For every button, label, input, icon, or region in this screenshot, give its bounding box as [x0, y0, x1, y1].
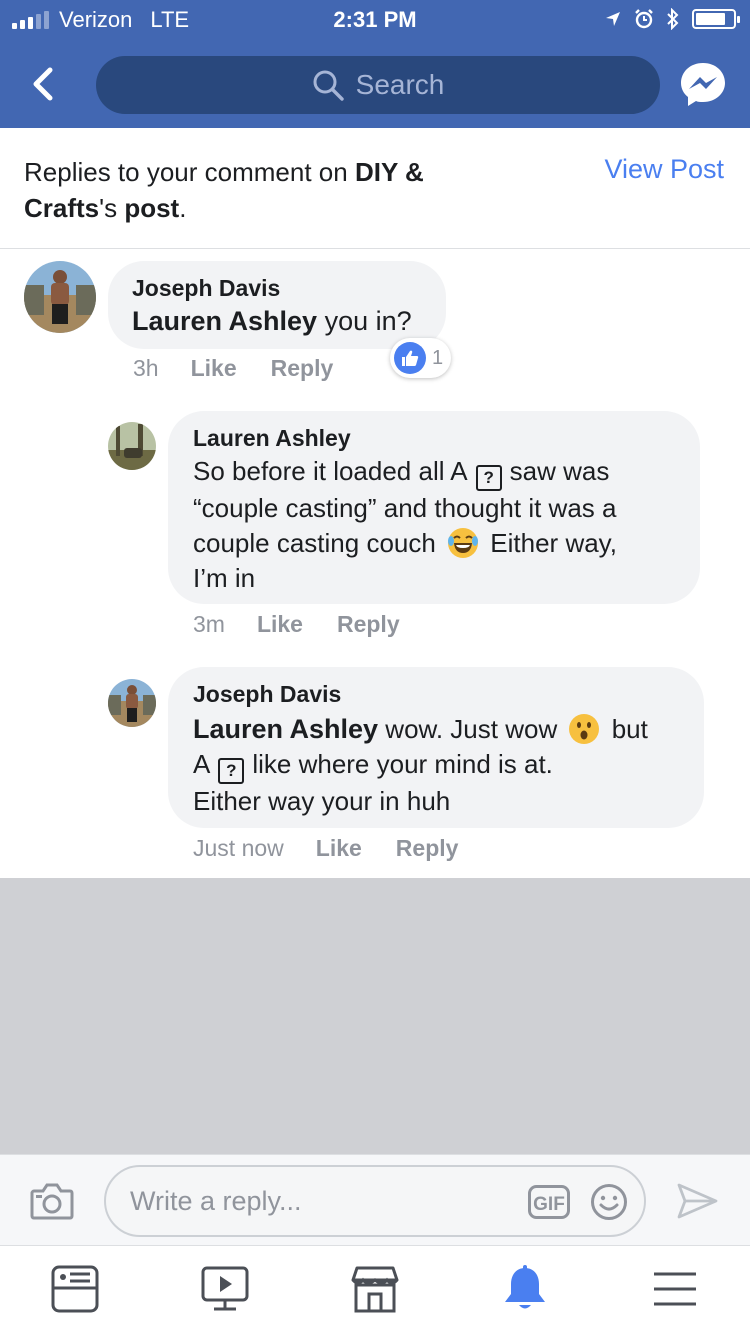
comment-line: Either way your in huh — [193, 786, 451, 816]
laughing-emoji-icon — [448, 528, 479, 558]
empty-area — [0, 878, 750, 1154]
reply-button[interactable]: Reply — [337, 611, 400, 638]
comment-line: but — [611, 714, 648, 744]
back-chevron-icon[interactable] — [22, 62, 66, 106]
surprised-emoji-icon — [569, 714, 600, 744]
avatar[interactable] — [108, 679, 156, 727]
comment-author[interactable]: Joseph Davis — [132, 275, 446, 302]
comment-actions: 3m Like Reply — [193, 611, 434, 638]
comment-time: 3m — [193, 611, 225, 637]
comment-text: Lauren Ashley you in? — [132, 304, 446, 339]
menu-icon[interactable] — [650, 1264, 700, 1314]
send-icon[interactable] — [676, 1181, 718, 1221]
bluetooth-icon — [667, 8, 679, 30]
notifications-icon[interactable] — [500, 1264, 550, 1314]
reaction-count[interactable]: 1 — [390, 338, 452, 378]
comment-actions: 3h Like Reply — [133, 355, 367, 382]
view-post-link[interactable]: View Post — [604, 154, 724, 185]
reaction-number: 1 — [432, 346, 444, 369]
mention[interactable]: Lauren Ashley — [193, 714, 378, 744]
comment-line: like where your mind is at. — [252, 749, 553, 779]
messenger-icon[interactable] — [678, 60, 728, 110]
search-bar[interactable]: Search — [96, 56, 660, 114]
mention[interactable]: Lauren Ashley — [132, 306, 317, 336]
notification-header: Replies to your comment on DIY & Crafts'… — [0, 128, 750, 249]
header-possessive: 's — [99, 193, 125, 223]
comment-actions: Just now Like Reply — [193, 835, 492, 862]
comment-line: “couple casting” and thought it was a — [193, 493, 617, 523]
like-button[interactable]: Like — [191, 355, 237, 382]
page-name[interactable]: DIY & — [355, 157, 424, 187]
header-title: Replies to your comment on DIY & Crafts'… — [24, 154, 494, 226]
comment-text: Lauren Ashley wow. Just wow but A? like w… — [193, 712, 704, 819]
comment-bubble[interactable]: Joseph Davis Lauren Ashley wow. Just wow… — [168, 667, 704, 828]
like-button[interactable]: Like — [316, 835, 362, 862]
page-name-2[interactable]: Crafts — [24, 193, 99, 223]
marketplace-icon[interactable] — [350, 1264, 400, 1314]
comment-line: I’m in — [193, 563, 256, 593]
comment-time: Just now — [193, 835, 284, 861]
comment-time: 3h — [133, 355, 159, 381]
comment-bubble[interactable]: Lauren Ashley So before it loaded all A?… — [168, 411, 700, 604]
camera-icon[interactable] — [30, 1181, 74, 1221]
gif-label: GIF — [533, 1194, 565, 1215]
post-link[interactable]: post — [124, 193, 179, 223]
like-button[interactable]: Like — [257, 611, 303, 638]
comment-author[interactable]: Lauren Ashley — [193, 425, 700, 452]
news-feed-icon[interactable] — [50, 1264, 100, 1314]
comment-line: wow. Just wow — [378, 714, 558, 744]
comment-line: saw was — [509, 456, 610, 486]
comment-line: So before it loaded all A — [193, 456, 468, 486]
comment-bubble[interactable]: Joseph Davis Lauren Ashley you in? — [108, 261, 446, 349]
comment-author[interactable]: Joseph Davis — [193, 681, 704, 708]
header-prefix: Replies to your comment on — [24, 157, 355, 187]
comment-line: A — [193, 749, 211, 779]
reply-button[interactable]: Reply — [271, 355, 334, 382]
status-bar: Verizon LTE 2:31 PM — [0, 0, 750, 40]
unknown-glyph-icon: ? — [218, 758, 245, 784]
like-reaction-icon — [394, 342, 426, 374]
avatar[interactable] — [24, 261, 96, 333]
comment-line: Either way, — [490, 528, 617, 558]
battery-icon — [692, 9, 740, 29]
unknown-glyph-icon: ? — [475, 465, 502, 491]
search-placeholder: Search — [355, 69, 445, 100]
emoji-icon[interactable] — [590, 1183, 628, 1221]
top-bar: Verizon LTE 2:31 PM Search — [0, 0, 750, 128]
location-icon — [606, 12, 620, 26]
search-icon — [313, 70, 344, 101]
comment-line: couple casting couch — [193, 528, 436, 558]
reply-button[interactable]: Reply — [396, 835, 459, 862]
gif-button[interactable]: GIF — [528, 1185, 570, 1219]
tab-bar — [0, 1246, 750, 1334]
avatar[interactable] — [108, 422, 156, 470]
reply-composer: Write a reply... GIF — [0, 1154, 750, 1246]
comment-text: So before it loaded all A? saw was “coupl… — [193, 454, 700, 596]
comment-text-body: you in? — [317, 306, 412, 336]
header-period: . — [179, 193, 187, 223]
alarm-icon — [635, 9, 653, 29]
watch-icon[interactable] — [200, 1264, 250, 1314]
